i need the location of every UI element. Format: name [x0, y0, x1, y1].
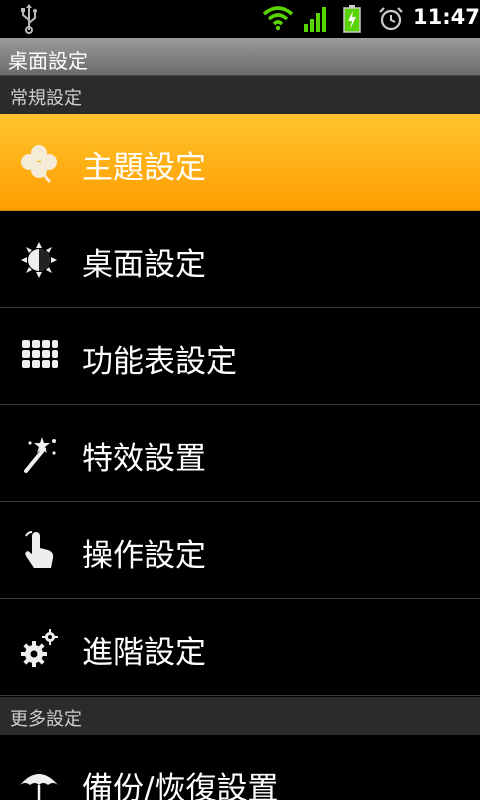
title-bar: 桌面設定 — [0, 38, 480, 76]
item-label: 備份/恢復設置 — [82, 771, 279, 800]
section-header-more: 更多設定 — [0, 697, 480, 735]
section-label: 更多設定 — [10, 709, 82, 730]
item-label: 特效設置 — [82, 441, 206, 477]
item-label: 主題設定 — [82, 150, 206, 186]
desktop-sun-icon — [21, 242, 57, 278]
battery-charging-icon — [343, 5, 361, 33]
status-bar: 11:47 — [0, 0, 480, 38]
alarm-icon — [379, 7, 403, 31]
list-item-effects-settings[interactable]: 特效設置 — [0, 405, 480, 502]
magic-wand-icon — [24, 437, 56, 473]
list-item-advanced-settings[interactable]: 進階設定 — [0, 599, 480, 696]
list-item-menu-settings[interactable]: 功能表設定 — [0, 308, 480, 405]
list-item-desktop-settings[interactable]: 桌面設定 — [0, 211, 480, 308]
gears-icon — [21, 629, 58, 667]
clock: 11:47 — [413, 5, 480, 29]
page-title: 桌面設定 — [8, 49, 88, 73]
list-item-backup-restore[interactable]: 備份/恢復設置 — [0, 735, 480, 800]
grid-menu-icon — [22, 340, 58, 368]
umbrella-icon — [20, 774, 58, 800]
list-item-theme-settings[interactable]: 主題設定 — [0, 114, 480, 211]
item-label: 進階設定 — [82, 635, 206, 671]
section-header-general: 常規設定 — [0, 76, 480, 114]
item-label: 操作設定 — [82, 538, 206, 574]
usb-icon — [21, 4, 37, 34]
clover-icon — [21, 145, 57, 184]
signal-icon — [304, 7, 326, 32]
list-item-operation-settings[interactable]: 操作設定 — [0, 502, 480, 599]
item-label: 功能表設定 — [82, 344, 237, 380]
wifi-icon — [262, 6, 294, 30]
touch-hand-icon — [25, 531, 54, 568]
section-label: 常規設定 — [10, 88, 82, 109]
item-label: 桌面設定 — [82, 247, 206, 283]
